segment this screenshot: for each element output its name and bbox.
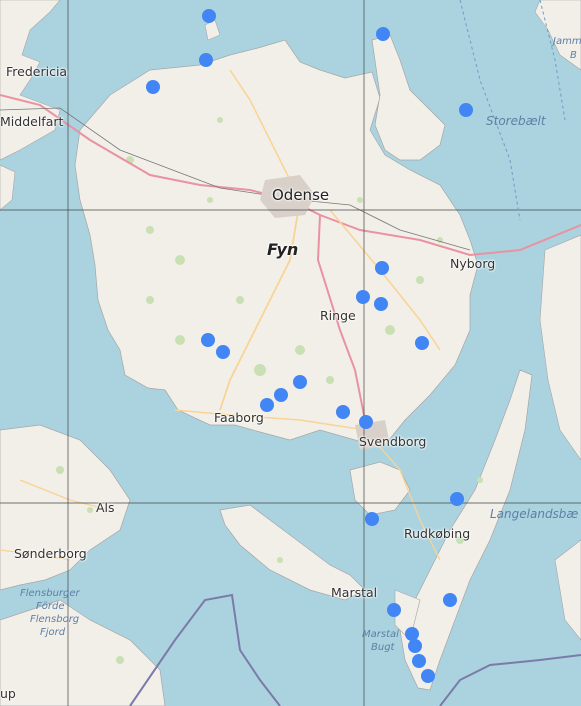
map-marker[interactable] bbox=[199, 53, 213, 67]
map-view[interactable]: Fredericia Middelfart Odense Fyn Nyborg … bbox=[0, 0, 581, 706]
map-marker[interactable] bbox=[405, 627, 419, 641]
map-marker[interactable] bbox=[146, 80, 160, 94]
map-marker[interactable] bbox=[359, 415, 373, 429]
map-marker[interactable] bbox=[336, 405, 350, 419]
map-marker[interactable] bbox=[459, 103, 473, 117]
map-marker[interactable] bbox=[415, 336, 429, 350]
map-marker[interactable] bbox=[443, 593, 457, 607]
map-marker[interactable] bbox=[408, 639, 422, 653]
map-marker[interactable] bbox=[450, 492, 464, 506]
map-marker[interactable] bbox=[374, 297, 388, 311]
map-marker[interactable] bbox=[293, 375, 307, 389]
map-marker[interactable] bbox=[387, 603, 401, 617]
map-marker[interactable] bbox=[260, 398, 274, 412]
map-marker[interactable] bbox=[274, 388, 288, 402]
map-marker[interactable] bbox=[216, 345, 230, 359]
marker-layer bbox=[146, 9, 473, 683]
map-marker[interactable] bbox=[201, 333, 215, 347]
map-marker[interactable] bbox=[421, 669, 435, 683]
map-marker[interactable] bbox=[356, 290, 370, 304]
map-marker[interactable] bbox=[412, 654, 426, 668]
map-marker[interactable] bbox=[376, 27, 390, 41]
map-marker[interactable] bbox=[202, 9, 216, 23]
map-marker[interactable] bbox=[375, 261, 389, 275]
map-marker[interactable] bbox=[365, 512, 379, 526]
